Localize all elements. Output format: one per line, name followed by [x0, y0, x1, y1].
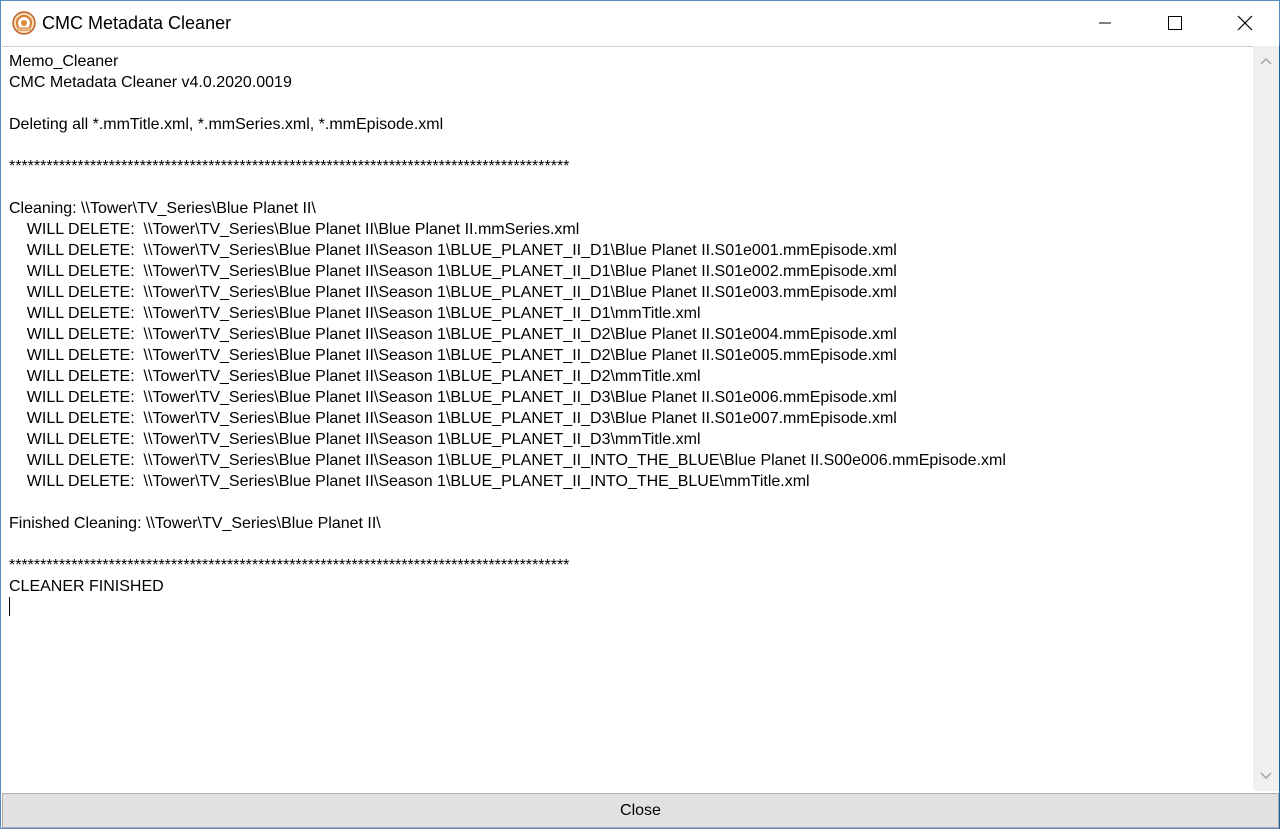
maximize-icon: [1168, 16, 1182, 30]
memo-line: WILL DELETE: \\Tower\TV_Series\Blue Plan…: [9, 326, 897, 343]
memo-line: Cleaning: \\Tower\TV_Series\Blue Planet …: [9, 200, 316, 217]
memo-line: WILL DELETE: \\Tower\TV_Series\Blue Plan…: [9, 263, 897, 280]
title-bar[interactable]: CMC Metadata Cleaner: [1, 1, 1279, 45]
vertical-scrollbar[interactable]: [1253, 46, 1279, 791]
memo-line: Finished Cleaning: \\Tower\TV_Series\Blu…: [9, 515, 381, 532]
memo-line: WILL DELETE: \\Tower\TV_Series\Blue Plan…: [9, 242, 897, 259]
cmc-app-icon: [12, 11, 36, 35]
memo-line: WILL DELETE: \\Tower\TV_Series\Blue Plan…: [9, 389, 897, 406]
scroll-up-arrow-icon: [1260, 58, 1272, 65]
scroll-down-arrow-icon: [1260, 772, 1272, 779]
memo-line: WILL DELETE: \\Tower\TV_Series\Blue Plan…: [9, 221, 580, 238]
minimize-icon: [1099, 22, 1111, 24]
memo-line: ****************************************…: [9, 158, 570, 175]
memo-line: CMC Metadata Cleaner v4.0.2020.0019: [9, 74, 292, 91]
memo-line: Deleting all *.mmTitle.xml, *.mmSeries.x…: [9, 116, 444, 133]
minimize-button[interactable]: [1070, 1, 1140, 45]
close-button[interactable]: Close: [2, 793, 1279, 828]
memo-log-text: Memo_Cleaner CMC Metadata Cleaner v4.0.2…: [9, 51, 1006, 618]
memo-textarea[interactable]: Memo_Cleaner CMC Metadata Cleaner v4.0.2…: [2, 46, 1253, 792]
close-icon: [1237, 15, 1253, 31]
memo-line: WILL DELETE: \\Tower\TV_Series\Blue Plan…: [9, 347, 897, 364]
memo-line: Memo_Cleaner: [9, 53, 119, 70]
scroll-up-button[interactable]: [1253, 48, 1279, 74]
window-title: CMC Metadata Cleaner: [42, 13, 232, 33]
memo-line: WILL DELETE: \\Tower\TV_Series\Blue Plan…: [9, 452, 1006, 469]
memo-line: CLEANER FINISHED: [9, 578, 164, 595]
maximize-button[interactable]: [1140, 1, 1210, 45]
memo-line: WILL DELETE: \\Tower\TV_Series\Blue Plan…: [9, 431, 701, 448]
memo-line: WILL DELETE: \\Tower\TV_Series\Blue Plan…: [9, 305, 701, 322]
memo-line: WILL DELETE: \\Tower\TV_Series\Blue Plan…: [9, 410, 897, 427]
scroll-down-button[interactable]: [1253, 763, 1279, 789]
memo-line: ****************************************…: [9, 557, 570, 574]
app-window: CMC Metadata Cleaner Memo_Cleaner CMC Me…: [0, 0, 1280, 829]
text-caret: [9, 597, 10, 616]
memo-line: WILL DELETE: \\Tower\TV_Series\Blue Plan…: [9, 368, 701, 385]
memo-line: WILL DELETE: \\Tower\TV_Series\Blue Plan…: [9, 473, 810, 490]
close-window-button[interactable]: [1210, 1, 1280, 45]
memo-line: WILL DELETE: \\Tower\TV_Series\Blue Plan…: [9, 284, 897, 301]
